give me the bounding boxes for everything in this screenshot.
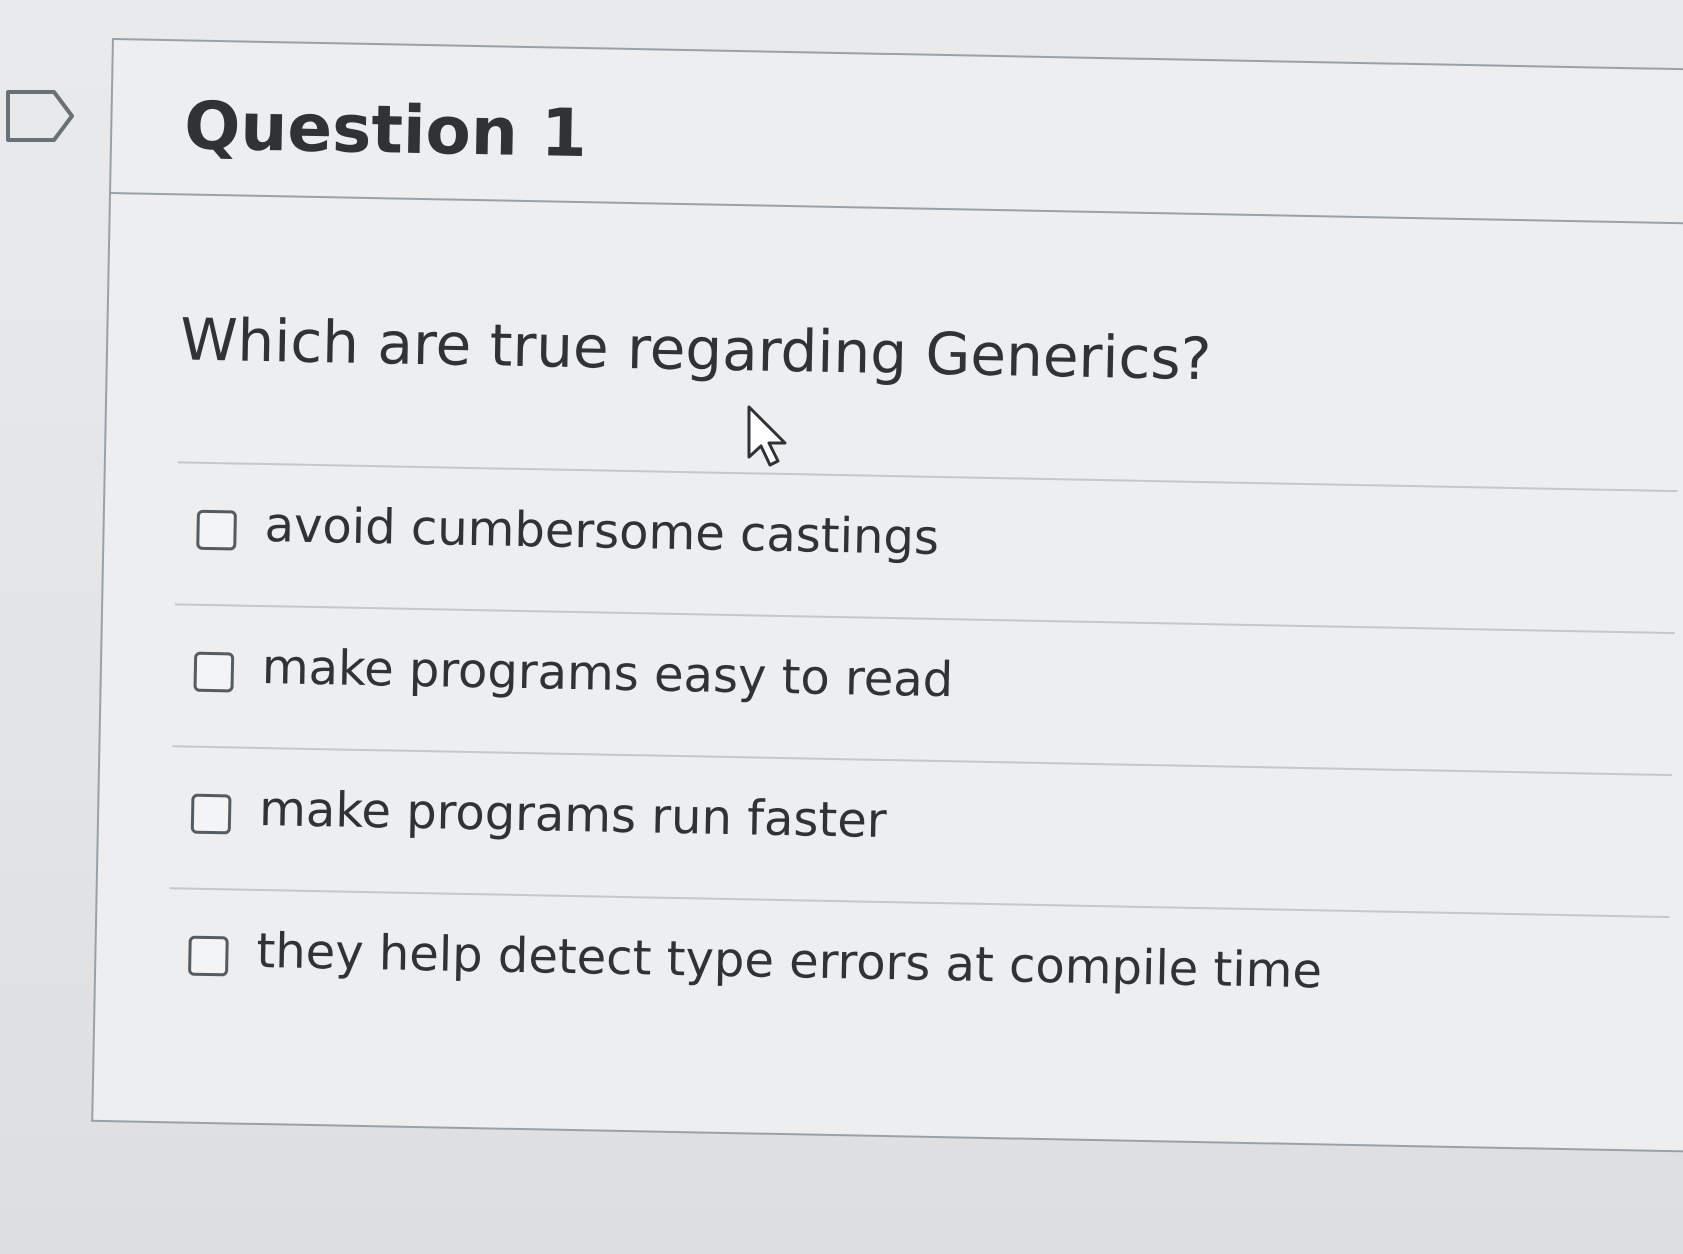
- mouse-pointer-icon: [747, 405, 787, 467]
- answer-label[interactable]: make programs run faster: [259, 781, 887, 849]
- answer-checkbox[interactable]: [193, 651, 235, 693]
- answer-option[interactable]: make programs run faster: [169, 745, 1673, 917]
- answer-checkbox[interactable]: [196, 509, 237, 551]
- answer-label[interactable]: make programs easy to read: [261, 639, 953, 708]
- answer-option[interactable]: avoid cumbersome castings: [175, 461, 1678, 633]
- answer-label[interactable]: avoid cumbersome castings: [264, 497, 939, 566]
- answer-option[interactable]: they help detect type errors at compile …: [166, 887, 1670, 1059]
- question-text: Which are true regarding Generics?: [179, 305, 1213, 394]
- answer-checkbox[interactable]: [190, 793, 232, 835]
- answer-checkbox[interactable]: [188, 935, 229, 977]
- answer-option[interactable]: make programs easy to read: [172, 603, 1675, 775]
- flag-icon[interactable]: [4, 88, 76, 144]
- question-card: Question 1 Which are true regarding Gene…: [91, 38, 1683, 1153]
- answer-label[interactable]: they help detect type errors at compile …: [256, 923, 1322, 999]
- answer-list: avoid cumbersome castings make programs …: [166, 461, 1678, 1059]
- question-header: Question 1: [111, 40, 1683, 225]
- question-title: Question 1: [183, 87, 588, 173]
